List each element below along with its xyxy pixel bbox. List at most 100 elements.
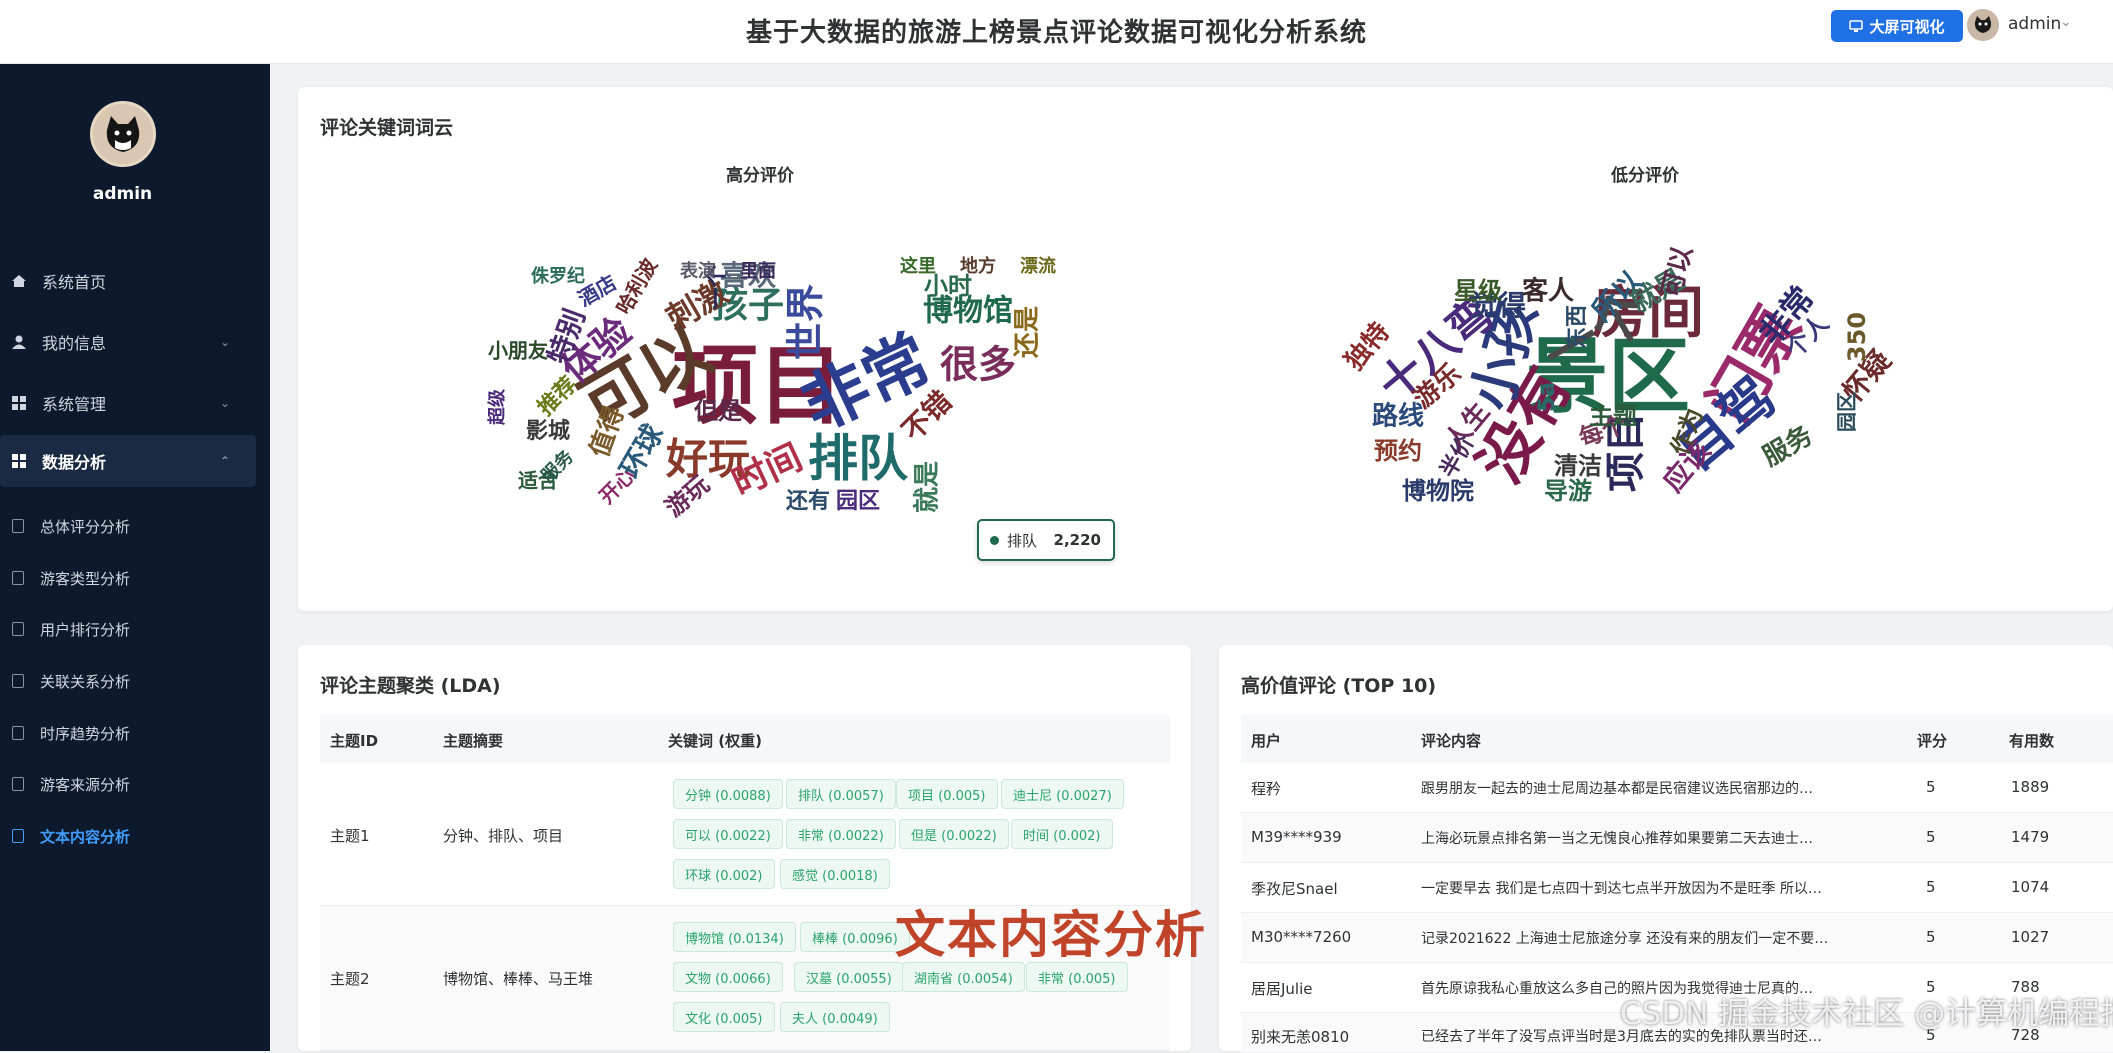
sidebar-subitem-overall-score[interactable]: 总体评分分析	[0, 504, 270, 548]
review-useful: 1027	[2011, 928, 2050, 946]
tooltip-marker	[990, 535, 999, 545]
review-user: M39****939	[1251, 828, 1342, 846]
wordcloud-word[interactable]: 还有	[785, 488, 830, 514]
wordcloud-word[interactable]: 侏罗纪	[531, 265, 585, 287]
keyword-tag: 排队 (0.0057)	[786, 779, 896, 809]
chevron-down-icon[interactable]: ⌄	[2060, 14, 2072, 30]
sidebar-item-label: 系统管理	[42, 395, 107, 414]
document-icon	[12, 519, 24, 533]
wordcloud-word[interactable]: 园区	[1835, 392, 1859, 432]
sidebar-item-system[interactable]: 系统管理 ⌄	[0, 377, 270, 429]
lda-card: 评论主题聚类 (LDA) 主题ID 主题摘要 关键词 (权重) 主题1 分钟、排…	[298, 645, 1191, 1051]
wordcloud-word[interactable]: 园区	[836, 489, 880, 514]
wordcloud-word[interactable]: 这里	[900, 255, 936, 277]
table-row: 主题1 分钟、排队、项目 分钟 (0.0088) 排队 (0.0057) 项目 …	[320, 763, 1170, 906]
column-header: 用户	[1251, 732, 1282, 750]
column-header: 评分	[1917, 732, 1948, 750]
keyword-tag: 博物馆 (0.0134)	[673, 922, 796, 952]
wordcloud-word[interactable]: 里面	[740, 261, 776, 282]
keyword-tag: 迪士尼 (0.0027)	[1001, 779, 1124, 809]
review-user: 程矜	[1251, 780, 1282, 798]
review-score: 5	[1926, 928, 1936, 946]
sidebar-subitem-association[interactable]: 关联关系分析	[0, 659, 270, 703]
sidebar: admin 系统首页 我的信息 ⌄ 系统管理 ⌄ 数据分析 ⌃ 总体评分分析 游…	[0, 64, 270, 1051]
review-score: 5	[1926, 878, 1936, 896]
low-score-wordcloud[interactable]: 景区 门票房间没有小孩一个自驾十八弯项目觉得客人 所以星级游乐路线 人生预约 半价博物院…	[1328, 217, 1968, 547]
bigscreen-button[interactable]: 大屏可视化	[1831, 10, 1963, 42]
table-row[interactable]: M30****7260 记录2021622 上海迪士尼旅途分享 还没有来的朋友们…	[1241, 913, 2113, 963]
top10-title: 高价值评论 (TOP 10)	[1241, 675, 1437, 697]
top-header: 基于大数据的旅游上榜景点评论数据可视化分析系统 大屏可视化 admin ⌄	[0, 0, 2113, 64]
wordcloud-word[interactable]: 东西	[1564, 305, 1590, 349]
sidebar-subitem-source[interactable]: 游客来源分析	[0, 762, 270, 806]
wordcloud-word[interactable]: 表演	[680, 260, 716, 282]
wordcloud-word[interactable]: 350	[1843, 312, 1871, 362]
topic-id: 主题1	[330, 827, 370, 845]
wordcloud-word[interactable]: 5a	[1535, 382, 1560, 412]
chevron-up-icon: ⌃	[220, 454, 231, 468]
sidebar-item-label: 系统首页	[42, 273, 107, 292]
wordcloud-word[interactable]: 预约	[1374, 437, 1422, 465]
table-row[interactable]: 程矜 跟男朋友一起去的迪士尼周边基本都是民宿建议选民宿那边的… 5 1889	[1241, 763, 2113, 813]
sidebar-item-analysis[interactable]: 数据分析 ⌃	[0, 435, 256, 487]
monitor-icon	[1849, 19, 1864, 32]
wordcloud-word[interactable]: 主题	[1589, 402, 1637, 430]
wordcloud-word[interactable]: 小朋友	[488, 339, 548, 363]
keyword-tag: 环球 (0.002)	[673, 859, 775, 889]
review-user: 季孜尼Snael	[1251, 880, 1338, 898]
review-user: 居居Julie	[1251, 980, 1313, 998]
review-content: 上海必玩景点排名第一当之无愧良心推荐如果要第二天去迪士…	[1421, 831, 1813, 847]
sidebar-subitem-tourist-type[interactable]: 游客类型分析	[0, 556, 270, 600]
document-icon	[12, 726, 24, 740]
document-icon	[12, 777, 24, 791]
user-name[interactable]: admin	[2008, 14, 2061, 34]
wordcloud-tooltip: 排队 2,220	[977, 519, 1115, 561]
wordcloud-word[interactable]: 影城	[526, 418, 570, 444]
keyword-tag: 但是 (0.0022)	[899, 819, 1009, 849]
wordcloud-word[interactable]: 路线	[1372, 401, 1424, 432]
keyword-tag: 棒棒 (0.0096)	[800, 922, 910, 952]
keyword-tag: 文物 (0.0066)	[673, 962, 783, 992]
wordcloud-card: 评论关键词词云 高分评价 低分评价 项目 可以 非常 排队 孩子 世界 好玩 很多 体验 时间 博物…	[298, 87, 2113, 611]
wordcloud-word[interactable]: 就是	[913, 461, 943, 513]
wordcloud-word[interactable]: 博物院	[1402, 477, 1474, 505]
low-score-title: 低分评价	[1611, 166, 1679, 186]
wordcloud-word[interactable]: 地方	[960, 255, 996, 277]
sidebar-item-label: 数据分析	[42, 453, 107, 472]
sidebar-subitem-user-rank[interactable]: 用户排行分析	[0, 607, 270, 651]
topic-summary: 分钟、排队、项目	[443, 827, 564, 845]
table-row[interactable]: M39****939 上海必玩景点排名第一当之无愧良心推荐如果要第二天去迪士… …	[1241, 813, 2113, 863]
high-score-wordcloud[interactable]: 项目可以 非常排队孩子 世界好玩很多体验时间博物馆刺激喜欢特别小时环球园区还有值得但…	[448, 217, 1088, 547]
wordcloud-word[interactable]: 客人	[1522, 276, 1574, 307]
table-row[interactable]: 季孜尼Snael 一定要早去 我们是七点四十到达七点半开放因为不是旺季 所以… …	[1241, 863, 2113, 913]
sidebar-subitem-label: 游客来源分析	[40, 775, 131, 794]
wordcloud-word[interactable]: 世界	[784, 284, 828, 360]
sidebar-item-home[interactable]: 系统首页	[0, 255, 270, 307]
keyword-tag: 文化 (0.005)	[673, 1002, 775, 1032]
review-user: M30****7260	[1251, 928, 1352, 946]
lda-table-header: 主题ID 主题摘要 关键词 (权重)	[320, 715, 1170, 763]
keyword-tag: 非常 (0.0022)	[786, 819, 896, 849]
grid-icon	[12, 454, 26, 468]
wordcloud-word[interactable]: 星级	[1454, 277, 1502, 305]
keyword-tag: 分钟 (0.0088)	[673, 779, 783, 809]
column-header: 主题ID	[330, 732, 379, 750]
wordcloud-word[interactable]: 清洁	[1554, 452, 1602, 480]
review-score: 5	[1926, 778, 1936, 796]
top10-table-header: 用户 评论内容 评分 有用数	[1241, 715, 2113, 763]
sidebar-subitem-time-trend[interactable]: 时序趋势分析	[0, 711, 270, 755]
wordcloud-word[interactable]: 漂流	[1020, 255, 1056, 277]
sidebar-subitem-label: 关联关系分析	[40, 672, 131, 691]
wordcloud-word[interactable]: 还是	[1013, 306, 1043, 358]
wordcloud-word[interactable]: 排队	[808, 430, 909, 488]
sidebar-subitem-text-content[interactable]: 文本内容分析	[0, 814, 270, 858]
wordcloud-word[interactable]: 但是	[694, 397, 742, 425]
wordcloud-word[interactable]: 哈利波	[611, 253, 662, 318]
sidebar-item-profile[interactable]: 我的信息 ⌄	[0, 316, 270, 368]
wordcloud-word[interactable]: 导游	[1544, 477, 1592, 505]
user-avatar[interactable]	[1967, 9, 1999, 41]
caption-overlay: 文本内容分析	[895, 906, 1207, 964]
wordcloud-word[interactable]: 超级	[486, 388, 508, 425]
wordcloud-word[interactable]: 很多	[940, 343, 1016, 387]
tooltip-value: 2,220	[1053, 531, 1101, 549]
